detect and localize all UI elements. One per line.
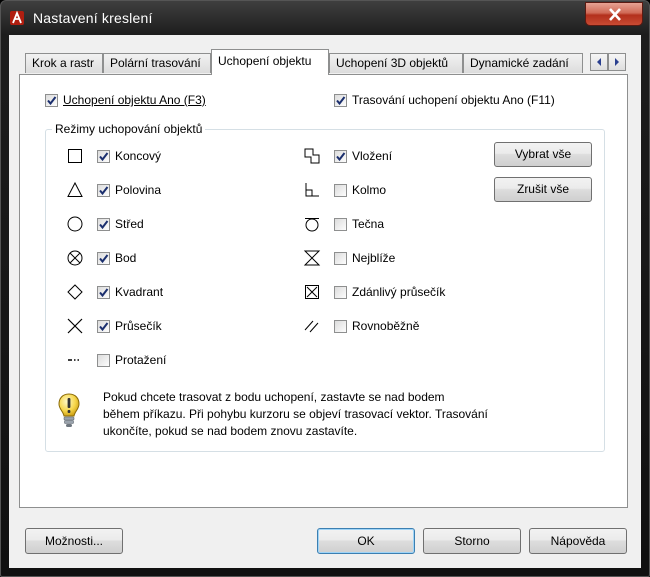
lightbulb-info-icon xyxy=(58,393,80,427)
tab-label: Uchopení objektu xyxy=(218,54,312,68)
title-bar[interactable]: Nastavení kreslení xyxy=(1,1,649,35)
options-button[interactable]: Možnosti... xyxy=(25,528,123,554)
mode-quadrant-checkbox[interactable] xyxy=(97,286,110,299)
tangent-marker-icon xyxy=(305,218,319,232)
mode-parallel-label[interactable]: Rovnoběžně xyxy=(352,319,419,333)
mode-tangent-label[interactable]: Tečna xyxy=(352,217,384,231)
mode-center-label[interactable]: Střed xyxy=(115,217,144,231)
mode-tangent-checkbox[interactable] xyxy=(334,218,347,231)
tab-krok-a-rastr[interactable]: Krok a rastr xyxy=(25,53,103,73)
checkmark-icon xyxy=(99,254,109,264)
mode-perpendicular-checkbox[interactable] xyxy=(334,184,347,197)
osnap-tab-panel: Uchopení objektu Ano (F3) Trasování ucho… xyxy=(19,74,628,508)
checkmark-icon xyxy=(336,96,346,106)
autocad-app-icon xyxy=(10,10,24,25)
mode-intersection-checkbox[interactable] xyxy=(97,320,110,333)
tab-uchopeni-3d-objektu[interactable]: Uchopení 3D objektů xyxy=(329,53,463,73)
help-button[interactable]: Nápověda xyxy=(529,528,627,554)
dialog-client-area: Krok a rastr Polární trasování Uchopení … xyxy=(9,35,641,568)
mode-parallel-checkbox[interactable] xyxy=(334,320,347,333)
mode-center-checkbox[interactable] xyxy=(97,218,110,231)
clear-all-button[interactable]: Zrušit vše xyxy=(494,177,592,202)
mode-apparent-intersection-checkbox[interactable] xyxy=(334,286,347,299)
mode-extension-label[interactable]: Protažení xyxy=(115,353,166,367)
apparent-intersection-marker-icon xyxy=(305,285,319,299)
mode-nearest-checkbox[interactable] xyxy=(334,252,347,265)
extension-marker-icon xyxy=(68,359,79,361)
mode-insertion-label[interactable]: Vložení xyxy=(352,149,392,163)
checkmark-icon xyxy=(99,288,109,298)
checkmark-icon xyxy=(99,220,109,230)
otrack-on-label[interactable]: Trasování uchopení objektu Ano (F11) xyxy=(352,93,555,107)
tab-scroll-left-button[interactable] xyxy=(590,53,608,71)
tab-uchopeni-objektu[interactable]: Uchopení objektu xyxy=(211,49,329,75)
mode-endpoint-label[interactable]: Koncový xyxy=(115,149,161,163)
osnap-on-label[interactable]: Uchopení objektu Ano (F3) xyxy=(63,93,206,107)
mode-quadrant-label[interactable]: Kvadrant xyxy=(115,285,163,299)
close-icon xyxy=(609,8,621,21)
mode-extension-checkbox[interactable] xyxy=(97,354,110,367)
mode-intersection-label[interactable]: Průsečík xyxy=(115,319,162,333)
endpoint-marker-icon xyxy=(68,149,82,163)
perpendicular-marker-icon xyxy=(305,183,319,197)
center-marker-icon xyxy=(67,216,83,232)
tab-scroll-right-button[interactable] xyxy=(608,53,626,71)
mode-midpoint-label[interactable]: Polovina xyxy=(115,183,161,197)
checkmark-icon xyxy=(336,152,346,162)
group-title: Režimy uchopování objektů xyxy=(52,122,206,136)
close-button[interactable] xyxy=(585,2,643,26)
checkmark-icon xyxy=(47,96,57,106)
quadrant-marker-icon xyxy=(67,284,83,300)
mode-midpoint-checkbox[interactable] xyxy=(97,184,110,197)
arrow-right-icon xyxy=(615,58,619,66)
insertion-marker-icon xyxy=(304,148,320,164)
mode-perpendicular-label[interactable]: Kolmo xyxy=(352,183,386,197)
info-text: Pokud chcete trasovat z bodu uchopení, z… xyxy=(103,389,543,440)
checkmark-icon xyxy=(99,152,109,162)
mode-node-checkbox[interactable] xyxy=(97,252,110,265)
nearest-marker-icon xyxy=(303,250,321,266)
tab-polarni-trasovani[interactable]: Polární trasování xyxy=(103,53,211,73)
mode-node-label[interactable]: Bod xyxy=(115,251,136,265)
mode-nearest-label[interactable]: Nejblíže xyxy=(352,251,395,265)
arrow-left-icon xyxy=(597,58,601,66)
dialog-window: Nastavení kreslení Krok a rastr Polární … xyxy=(0,0,650,577)
osnap-on-checkbox[interactable] xyxy=(45,94,58,107)
ok-button[interactable]: OK xyxy=(317,528,415,554)
mode-insertion-checkbox[interactable] xyxy=(334,150,347,163)
tab-dynamicke-zadani[interactable]: Dynamické zadání xyxy=(463,53,583,73)
mode-endpoint-checkbox[interactable] xyxy=(97,150,110,163)
mode-apparent-intersection-label[interactable]: Zdánlivý průsečík xyxy=(352,285,445,299)
parallel-marker-icon xyxy=(304,320,319,333)
checkmark-icon xyxy=(99,322,109,332)
window-title: Nastavení kreslení xyxy=(33,10,153,26)
midpoint-marker-icon xyxy=(67,181,83,197)
checkmark-icon xyxy=(99,186,109,196)
cancel-button[interactable]: Storno xyxy=(423,528,521,554)
intersection-marker-icon xyxy=(67,318,83,334)
info-text-line: ukončíte, pokud se nad bodem znovu zasta… xyxy=(103,424,358,438)
info-text-line: Pokud chcete trasovat z bodu uchopení, z… xyxy=(103,390,445,404)
node-marker-icon xyxy=(67,250,83,266)
select-all-button[interactable]: Vybrat vše xyxy=(494,142,592,167)
info-text-line: během příkazu. Při pohybu kurzoru se obj… xyxy=(103,407,488,421)
tab-scroll-buttons xyxy=(590,53,626,71)
otrack-on-checkbox[interactable] xyxy=(334,94,347,107)
